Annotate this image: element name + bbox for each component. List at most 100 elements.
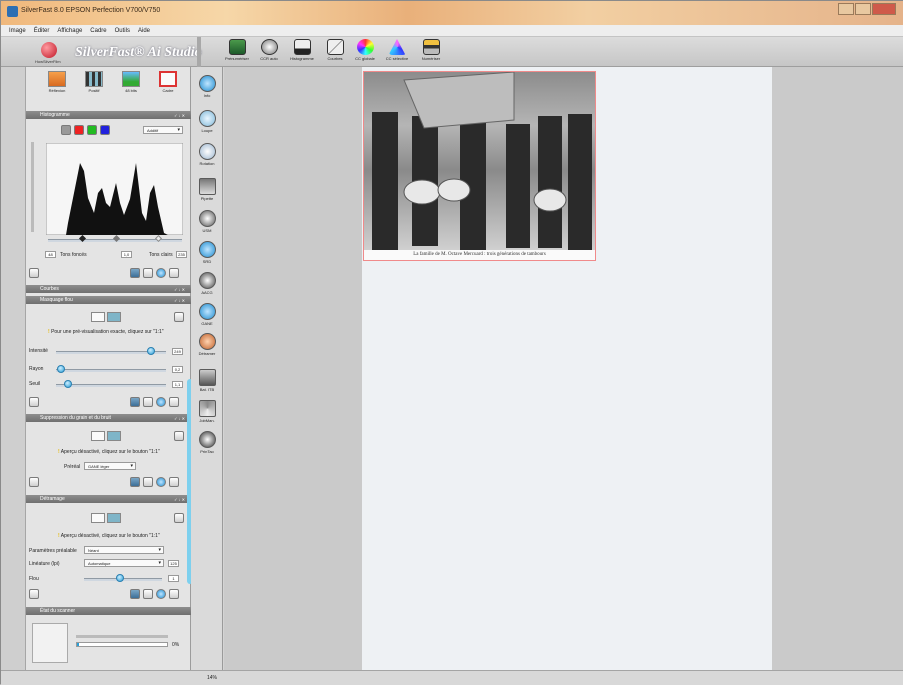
lines-dropdown[interactable]: Automatique (84, 559, 164, 567)
section-controls[interactable]: ✓ ↓ ✕ (174, 112, 185, 120)
tool-scan[interactable]: Numériser (416, 39, 446, 65)
preview-normal-button[interactable] (91, 513, 105, 523)
menu-edit[interactable]: Éditer (34, 28, 50, 34)
reset-button[interactable] (143, 477, 153, 487)
channel-green-button[interactable] (87, 125, 97, 135)
info-tool[interactable]: Info (195, 75, 219, 98)
reset-button[interactable] (143, 397, 153, 407)
more-button[interactable] (169, 477, 179, 487)
channel-rgb-button[interactable] (61, 125, 71, 135)
shadow-value[interactable]: 48 (45, 251, 56, 258)
histogram-section-header[interactable]: Histogramme ✓ ↓ ✕ (26, 111, 191, 119)
more-button[interactable] (169, 589, 179, 599)
more-button[interactable] (169, 268, 179, 278)
preview-normal-button[interactable] (91, 431, 105, 441)
gane-tool[interactable]: GANE (195, 303, 219, 326)
scan-frame[interactable]: La famille de M. Octave Mercuard : trois… (363, 71, 596, 261)
preview-1to1-button[interactable] (107, 513, 121, 523)
midtone-value[interactable]: 1,0 (121, 251, 132, 258)
menu-frame[interactable]: Cadre (90, 28, 106, 34)
descreen-save-button[interactable] (29, 589, 39, 599)
section-controls[interactable]: ✓ ↓ ✕ (174, 286, 185, 294)
panel-tool-frame[interactable]: Cadre (157, 71, 179, 93)
pipette-tool[interactable]: Pipette (195, 178, 219, 201)
section-controls[interactable]: ✓ ↓ ✕ (174, 496, 185, 504)
histogram-mode-dropdown[interactable]: Additif (143, 126, 183, 134)
descreen-tool[interactable]: Détramer (195, 333, 219, 356)
reset-button[interactable] (143, 268, 153, 278)
auto-button[interactable] (156, 268, 166, 278)
close-button[interactable] (872, 3, 896, 15)
section-controls[interactable]: ✓ ↓ ✕ (174, 297, 185, 305)
usm-tool[interactable]: USM (195, 210, 219, 233)
menu-image[interactable]: Image (9, 28, 26, 34)
grain-section-header[interactable]: Suppression du grain et du bruit ✓ ↓ ✕ (26, 414, 191, 422)
jobmanager-tool[interactable]: JobMan. (195, 400, 219, 423)
tool-histogram[interactable]: Histogramme (287, 39, 317, 65)
radius-knob[interactable] (57, 365, 65, 373)
blur-knob[interactable] (116, 574, 124, 582)
auto-button[interactable] (156, 477, 166, 487)
reset-button[interactable] (143, 589, 153, 599)
scanner-thumbnail (32, 623, 68, 663)
histogram-vertical-slider[interactable] (31, 142, 34, 232)
highlight-value[interactable]: 235 (176, 251, 187, 258)
descreen-section-header[interactable]: Détramage ✓ ↓ ✕ (26, 495, 191, 503)
blur-value[interactable]: 1 (168, 575, 179, 582)
channel-blue-button[interactable] (100, 125, 110, 135)
sharpen-section-header[interactable]: Masquage flou ✓ ↓ ✕ (26, 296, 191, 304)
tool-prescan[interactable]: Prénumériser (222, 39, 252, 65)
panel-tool-bitdepth[interactable]: 48 bits (120, 71, 142, 93)
scanner-status-header[interactable]: État du scanner (26, 607, 191, 615)
menu-view[interactable]: Affichage (57, 28, 82, 34)
section-controls[interactable]: ✓ ↓ ✕ (174, 415, 185, 423)
grain-preset-dropdown[interactable]: GANE léger (84, 462, 136, 470)
threshold-value[interactable]: 1,1 (172, 381, 183, 388)
descreen-preview-toggle (91, 513, 121, 523)
radius-slider[interactable] (56, 369, 166, 372)
preview-1to1-button[interactable] (107, 312, 121, 322)
copy-button[interactable] (130, 268, 140, 278)
tool-curves[interactable]: Courbes (320, 39, 350, 65)
descreen-eye-button[interactable] (174, 513, 184, 523)
srd-tool[interactable]: SRD (195, 241, 219, 264)
maximize-button[interactable] (855, 3, 871, 15)
copy-button[interactable] (130, 477, 140, 487)
batch-tool[interactable]: Bat. ITB (195, 369, 219, 392)
channel-red-button[interactable] (74, 125, 84, 135)
sharpen-eye-button[interactable] (174, 312, 184, 322)
histogram-save-button[interactable] (29, 268, 39, 278)
minimize-button[interactable] (838, 3, 854, 15)
rotation-tool[interactable]: Rotation (195, 143, 219, 166)
tool-cc-global[interactable]: CC globale (350, 39, 380, 65)
auto-button[interactable] (156, 397, 166, 407)
params-dropdown[interactable]: Néant (84, 546, 164, 554)
panel-tool-positive[interactable]: Positif (83, 71, 105, 93)
preview-1to1-button[interactable] (107, 431, 121, 441)
lines-value[interactable]: 125 (168, 560, 179, 567)
aacg-tool[interactable]: AACG (195, 272, 219, 295)
tool-ccr[interactable]: CCR auto (254, 39, 284, 65)
copy-button[interactable] (130, 589, 140, 599)
scanner-bed-preview[interactable]: La famille de M. Octave Mercuard : trois… (362, 67, 772, 670)
preview-normal-button[interactable] (91, 312, 105, 322)
menu-tools[interactable]: Outils (115, 28, 130, 34)
auto-button[interactable] (156, 589, 166, 599)
threshold-slider[interactable] (56, 384, 166, 387)
curves-section-header[interactable]: Courbes ✓ ↓ ✕ (26, 285, 191, 293)
panel-tool-reflection[interactable]: Réflexion (46, 71, 68, 93)
tool-cc-selective[interactable]: CC sélective (382, 39, 412, 65)
loupe-tool[interactable]: Loupe (195, 110, 219, 133)
more-button[interactable] (169, 397, 179, 407)
sharpen-save-button[interactable] (29, 397, 39, 407)
radius-value[interactable]: 0,2 (172, 366, 183, 373)
printtao-tool[interactable]: PrinTao (195, 431, 219, 454)
grain-eye-button[interactable] (174, 431, 184, 441)
menu-help[interactable]: Aide (138, 28, 150, 34)
copy-button[interactable] (130, 397, 140, 407)
intensity-value[interactable]: 249 (172, 348, 183, 355)
threshold-knob[interactable] (64, 380, 72, 388)
intensity-knob[interactable] (147, 347, 155, 355)
preview-area[interactable]: La famille de M. Octave Mercuard : trois… (224, 67, 903, 670)
grain-save-button[interactable] (29, 477, 39, 487)
